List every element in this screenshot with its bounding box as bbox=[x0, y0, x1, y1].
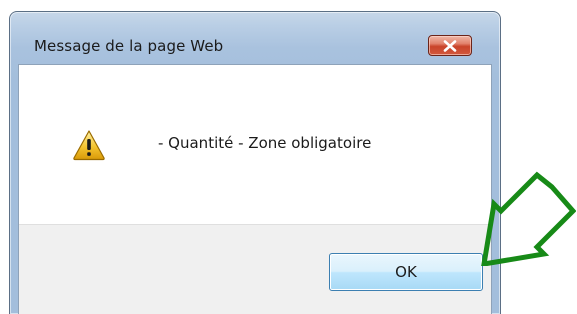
close-button[interactable] bbox=[428, 35, 472, 56]
dialog-title: Message de la page Web bbox=[34, 37, 224, 55]
ok-button[interactable]: OK bbox=[329, 253, 483, 291]
message-dialog: Message de la page Web - Quantité - Zone… bbox=[9, 11, 501, 314]
dialog-message: - Quantité - Zone obligatoire bbox=[158, 134, 372, 152]
dialog-client-area: - Quantité - Zone obligatoire OK bbox=[18, 64, 492, 314]
arrow-annotation-icon bbox=[481, 171, 576, 266]
warning-icon bbox=[73, 130, 105, 161]
dialog-titlebar[interactable]: Message de la page Web bbox=[10, 12, 500, 64]
dialog-button-bar: OK bbox=[19, 224, 491, 314]
dialog-content: - Quantité - Zone obligatoire bbox=[19, 65, 491, 224]
page: Message de la page Web - Quantité - Zone… bbox=[0, 0, 577, 314]
close-icon bbox=[443, 39, 457, 52]
